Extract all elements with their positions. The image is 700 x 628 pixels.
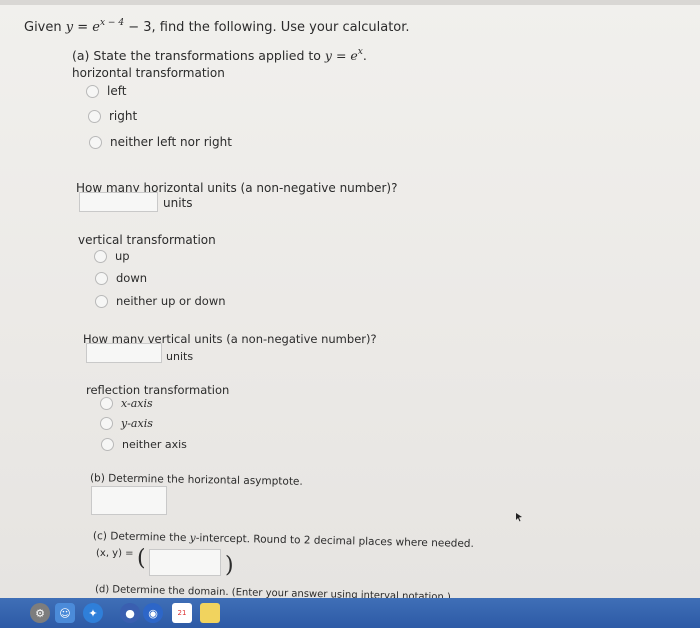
- radio-x-axis[interactable]: x-axis: [100, 397, 153, 410]
- finder-icon[interactable]: ☺: [55, 603, 75, 623]
- settings-icon[interactable]: ⚙: [30, 603, 50, 623]
- dock: [0, 598, 700, 628]
- radio-circle[interactable]: [101, 438, 114, 451]
- radio-circle[interactable]: [86, 84, 99, 98]
- option-label: left: [107, 84, 127, 98]
- radio-circle[interactable]: [100, 417, 113, 430]
- safari-icon[interactable]: ✦: [83, 603, 103, 623]
- horizontal-transformation-label: horizontal transformation: [72, 66, 225, 80]
- radio-circle[interactable]: [89, 135, 102, 149]
- horizontal-units-input[interactable]: [79, 192, 158, 212]
- part-a-heading-text: (a) State the transformations applied to: [72, 48, 325, 63]
- open-paren: (: [137, 546, 146, 571]
- radio-circle[interactable]: [95, 294, 108, 308]
- radio-left[interactable]: left: [86, 84, 126, 98]
- part-c-label: (c) Determine the y-intercept. Round to …: [93, 530, 474, 550]
- part-a-heading: (a) State the transformations applied to…: [72, 47, 367, 63]
- given-prefix: Given: [24, 20, 66, 35]
- option-label: neither up or down: [116, 294, 226, 308]
- radio-circle[interactable]: [95, 271, 108, 285]
- coordinate-label: (x, y) =: [96, 548, 134, 559]
- y-var: y: [65, 20, 74, 35]
- horizontal-asymptote-input[interactable]: [91, 486, 167, 515]
- top-divider: [0, 0, 700, 5]
- option-label: neither left nor right: [110, 135, 232, 149]
- equals: =: [73, 20, 93, 35]
- app-icon[interactable]: ●: [120, 603, 140, 623]
- e-base: e: [92, 20, 100, 35]
- question-page: Given y = ex − 4 − 3, find the following…: [0, 0, 700, 603]
- radio-circle[interactable]: [100, 397, 113, 410]
- option-label: right: [109, 109, 138, 123]
- option-label: y-axis: [121, 417, 153, 430]
- notes-icon[interactable]: [200, 603, 220, 623]
- y-intercept-input[interactable]: [149, 549, 221, 576]
- radio-circle[interactable]: [94, 249, 107, 263]
- part-c-prefix: (c) Determine the: [92, 530, 190, 545]
- radio-neither-up-down[interactable]: neither up or down: [95, 294, 226, 308]
- radio-down[interactable]: down: [95, 271, 147, 285]
- vertical-units-input[interactable]: [86, 343, 162, 363]
- part-c-suffix: -intercept. Round to 2 decimal places wh…: [195, 532, 474, 550]
- mouse-cursor-icon: [516, 513, 522, 522]
- calendar-icon[interactable]: 21: [172, 603, 192, 623]
- radio-neither-axis[interactable]: neither axis: [101, 438, 187, 451]
- app-icon-2[interactable]: ◉: [143, 603, 163, 623]
- radio-neither-left-right[interactable]: neither left nor right: [89, 135, 232, 149]
- option-label: neither axis: [122, 438, 187, 451]
- close-paren: ): [225, 553, 234, 578]
- given-suffix: − 3, find the following. Use your calcul…: [124, 20, 410, 35]
- part-a-y: y: [324, 48, 332, 63]
- option-label: down: [116, 271, 148, 285]
- part-a-e: e: [350, 48, 358, 63]
- exponent: x − 4: [99, 18, 125, 28]
- radio-circle[interactable]: [88, 109, 101, 123]
- option-label: x-axis: [121, 397, 153, 410]
- horizontal-units-label: units: [163, 196, 193, 210]
- part-a-eq: =: [331, 48, 351, 63]
- part-a-exp: x: [357, 47, 363, 57]
- reflection-transformation-label: reflection transformation: [86, 383, 230, 397]
- vertical-transformation-label: vertical transformation: [78, 233, 216, 247]
- vertical-units-label: units: [166, 350, 194, 363]
- option-label: up: [115, 249, 130, 263]
- radio-right[interactable]: right: [88, 109, 137, 123]
- radio-y-axis[interactable]: y-axis: [100, 417, 153, 430]
- part-a-end: .: [362, 48, 367, 63]
- question-statement: Given y = ex − 4 − 3, find the following…: [24, 18, 410, 35]
- radio-up[interactable]: up: [94, 249, 130, 263]
